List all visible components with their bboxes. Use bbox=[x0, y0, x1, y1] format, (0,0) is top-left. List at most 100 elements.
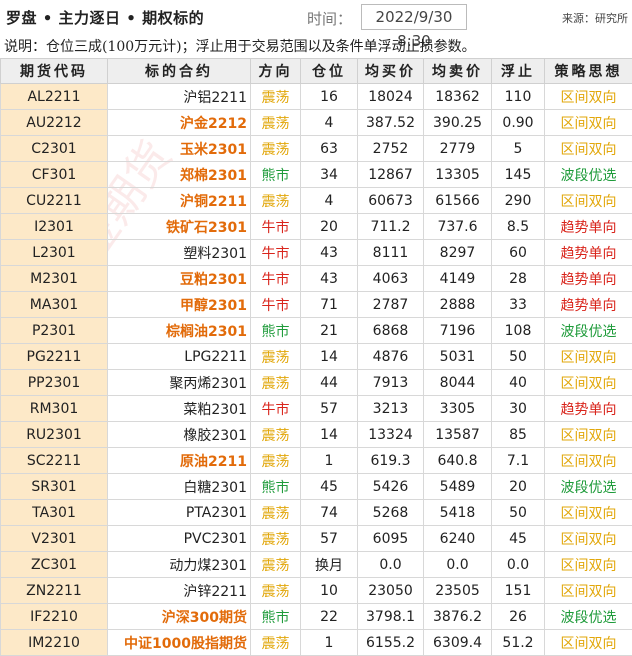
cell-position: 14 bbox=[301, 344, 358, 370]
cell-position: 10 bbox=[301, 578, 358, 604]
cell-avg-sell: 7196 bbox=[424, 318, 492, 344]
cell-avg-buy: 12867 bbox=[358, 162, 424, 188]
cell-code: ZC301 bbox=[1, 552, 108, 578]
table-row: SR301白糖2301熊市455426548920波段优选 bbox=[1, 474, 632, 500]
cell-float-stop: 145 bbox=[492, 162, 545, 188]
cell-strategy: 区间双向 bbox=[545, 448, 632, 474]
cell-contract: 动力煤2301 bbox=[108, 552, 251, 578]
cell-direction: 牛市 bbox=[251, 240, 301, 266]
cell-code: SC2211 bbox=[1, 448, 108, 474]
col-header-float-stop: 浮止 bbox=[492, 59, 545, 84]
cell-float-stop: 0.90 bbox=[492, 110, 545, 136]
table-row: V2301PVC2301震荡576095624045区间双向 bbox=[1, 526, 632, 552]
cell-float-stop: 28 bbox=[492, 266, 545, 292]
cell-float-stop: 5 bbox=[492, 136, 545, 162]
cell-float-stop: 85 bbox=[492, 422, 545, 448]
cell-position: 63 bbox=[301, 136, 358, 162]
cell-position: 22 bbox=[301, 604, 358, 630]
cell-contract: PVC2301 bbox=[108, 526, 251, 552]
cell-direction: 牛市 bbox=[251, 396, 301, 422]
cell-avg-buy: 18024 bbox=[358, 84, 424, 110]
table-row: C2301玉米2301震荡63275227795区间双向 bbox=[1, 136, 632, 162]
cell-avg-sell: 2888 bbox=[424, 292, 492, 318]
cell-contract: 菜粕2301 bbox=[108, 396, 251, 422]
table-row: MA301甲醇2301牛市712787288833趋势单向 bbox=[1, 292, 632, 318]
cell-strategy: 波段优选 bbox=[545, 474, 632, 500]
cell-avg-sell: 737.6 bbox=[424, 214, 492, 240]
cell-position: 14 bbox=[301, 422, 358, 448]
cell-position: 74 bbox=[301, 500, 358, 526]
cell-float-stop: 51.2 bbox=[492, 630, 545, 656]
cell-code: CF301 bbox=[1, 162, 108, 188]
cell-position: 4 bbox=[301, 188, 358, 214]
cell-float-stop: 26 bbox=[492, 604, 545, 630]
cell-strategy: 波段优选 bbox=[545, 318, 632, 344]
cell-contract: 白糖2301 bbox=[108, 474, 251, 500]
table-row: RU2301橡胶2301震荡14133241358785区间双向 bbox=[1, 422, 632, 448]
cell-code: RM301 bbox=[1, 396, 108, 422]
cell-avg-buy: 387.52 bbox=[358, 110, 424, 136]
cell-float-stop: 151 bbox=[492, 578, 545, 604]
table-row: AL2211沪铝2211震荡161802418362110区间双向 bbox=[1, 84, 632, 110]
cell-position: 43 bbox=[301, 240, 358, 266]
table-row: PG2211LPG2211震荡144876503150区间双向 bbox=[1, 344, 632, 370]
table-row: IF2210沪深300期货熊市223798.13876.226波段优选 bbox=[1, 604, 632, 630]
cell-avg-buy: 7913 bbox=[358, 370, 424, 396]
cell-code: P2301 bbox=[1, 318, 108, 344]
cell-strategy: 区间双向 bbox=[545, 136, 632, 162]
cell-avg-buy: 6095 bbox=[358, 526, 424, 552]
cell-code: C2301 bbox=[1, 136, 108, 162]
header-row: 期货代码 标的合约 方向 仓位 均买价 均卖价 浮止 策略思想 bbox=[1, 59, 632, 84]
cell-position: 4 bbox=[301, 110, 358, 136]
source-label: 来源：研究所 bbox=[562, 10, 628, 26]
cell-strategy: 区间双向 bbox=[545, 500, 632, 526]
cell-avg-sell: 0.0 bbox=[424, 552, 492, 578]
cell-avg-buy: 8111 bbox=[358, 240, 424, 266]
cell-avg-buy: 711.2 bbox=[358, 214, 424, 240]
table-row: TA301PTA2301震荡745268541850区间双向 bbox=[1, 500, 632, 526]
table-row: IM2210中证1000股指期货震荡16155.26309.451.2区间双向 bbox=[1, 630, 632, 656]
cell-strategy: 趋势单向 bbox=[545, 396, 632, 422]
cell-code: AU2212 bbox=[1, 110, 108, 136]
cell-avg-buy: 0.0 bbox=[358, 552, 424, 578]
cell-code: PP2301 bbox=[1, 370, 108, 396]
cell-position: 20 bbox=[301, 214, 358, 240]
cell-float-stop: 20 bbox=[492, 474, 545, 500]
cell-avg-sell: 3876.2 bbox=[424, 604, 492, 630]
cell-contract: 沪金2212 bbox=[108, 110, 251, 136]
cell-position: 44 bbox=[301, 370, 358, 396]
cell-code: PG2211 bbox=[1, 344, 108, 370]
cell-avg-sell: 4149 bbox=[424, 266, 492, 292]
table-row: PP2301聚丙烯2301震荡447913804440区间双向 bbox=[1, 370, 632, 396]
table-row: L2301塑料2301牛市438111829760趋势单向 bbox=[1, 240, 632, 266]
cell-code: IM2210 bbox=[1, 630, 108, 656]
cell-avg-buy: 3798.1 bbox=[358, 604, 424, 630]
cell-strategy: 区间双向 bbox=[545, 110, 632, 136]
cell-code: SR301 bbox=[1, 474, 108, 500]
cell-direction: 震荡 bbox=[251, 136, 301, 162]
col-header-code: 期货代码 bbox=[1, 59, 108, 84]
cell-contract: 塑料2301 bbox=[108, 240, 251, 266]
cell-float-stop: 0.0 bbox=[492, 552, 545, 578]
cell-avg-sell: 13305 bbox=[424, 162, 492, 188]
cell-avg-buy: 23050 bbox=[358, 578, 424, 604]
cell-direction: 熊市 bbox=[251, 162, 301, 188]
cell-contract: 沪深300期货 bbox=[108, 604, 251, 630]
cell-strategy: 区间双向 bbox=[545, 344, 632, 370]
cell-avg-sell: 5418 bbox=[424, 500, 492, 526]
cell-avg-sell: 23505 bbox=[424, 578, 492, 604]
cell-strategy: 波段优选 bbox=[545, 604, 632, 630]
cell-code: RU2301 bbox=[1, 422, 108, 448]
col-header-avg-sell: 均卖价 bbox=[424, 59, 492, 84]
cell-avg-sell: 2779 bbox=[424, 136, 492, 162]
note-text: 说明：仓位三成(100万元计)；浮止用于交易范围以及条件单浮动止损参数。 bbox=[0, 36, 632, 58]
cell-direction: 震荡 bbox=[251, 344, 301, 370]
time-value: 2022/9/30 8:30 bbox=[361, 4, 467, 30]
cell-avg-sell: 18362 bbox=[424, 84, 492, 110]
cell-avg-buy: 6868 bbox=[358, 318, 424, 344]
cell-avg-sell: 6240 bbox=[424, 526, 492, 552]
col-header-direction: 方向 bbox=[251, 59, 301, 84]
cell-direction: 熊市 bbox=[251, 474, 301, 500]
cell-avg-buy: 3213 bbox=[358, 396, 424, 422]
table-row: CU2211沪铜2211震荡46067361566290区间双向 bbox=[1, 188, 632, 214]
